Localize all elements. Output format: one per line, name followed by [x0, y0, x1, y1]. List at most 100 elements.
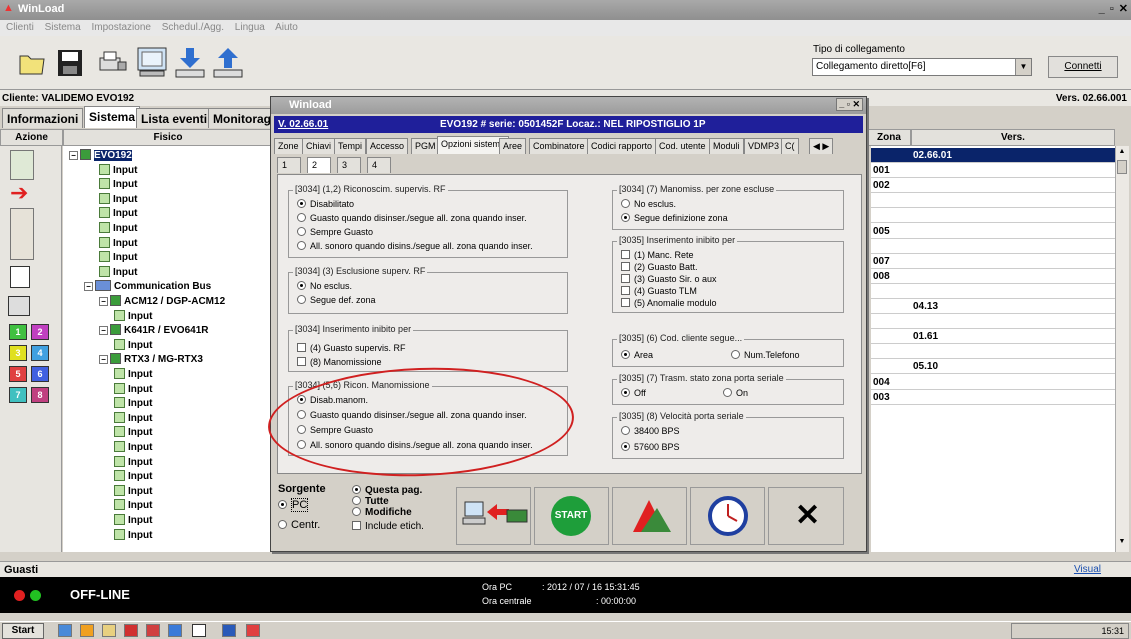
menu-schedul[interactable]: Schedul./Agg.	[162, 22, 224, 33]
clock-button[interactable]	[690, 487, 765, 545]
dialog-tab[interactable]: Accesso	[366, 138, 409, 154]
radio-38400[interactable]: 38400 BPS	[621, 426, 680, 436]
tree-node[interactable]: − RTX3 / MG-RTX3	[99, 352, 203, 367]
zone-cell[interactable]	[871, 208, 911, 224]
column-fisico[interactable]: Fisico	[63, 129, 273, 146]
app-icon[interactable]	[168, 624, 182, 637]
subtab[interactable]: 4	[367, 157, 391, 173]
tab-sistema[interactable]: Sistema	[84, 106, 141, 128]
expand-icon[interactable]: −	[84, 282, 93, 292]
tree-node[interactable]: Input	[114, 338, 152, 353]
tree-node[interactable]: Input	[114, 411, 152, 426]
zone-cell[interactable]	[871, 148, 911, 163]
version-cell[interactable]	[911, 390, 1115, 405]
dialog-tab[interactable]: Chiavi	[302, 138, 336, 154]
version-link[interactable]: V. 02.66.01	[278, 116, 328, 133]
partition-button[interactable]: 1	[9, 324, 27, 340]
tree-node[interactable]: Input	[114, 455, 152, 470]
radio-off[interactable]: Off	[621, 388, 646, 398]
radio-tutte[interactable]: Tutte	[352, 496, 452, 507]
partition-button[interactable]: 8	[31, 387, 49, 403]
media-icon[interactable]	[124, 624, 138, 637]
printer-icon[interactable]	[94, 44, 130, 80]
zone-cell[interactable]: 002	[871, 178, 911, 194]
tab-scroll-icon[interactable]: ◀ ▶	[809, 138, 834, 154]
tree-node[interactable]: Input	[114, 309, 152, 324]
zone-remove-icon[interactable]	[10, 208, 34, 260]
zone-cell[interactable]	[871, 193, 911, 209]
tree-node[interactable]: Input	[114, 513, 152, 528]
partition-button[interactable]: 7	[9, 387, 27, 403]
tree-node[interactable]: − EVO192	[69, 148, 132, 163]
dialog-window-controls[interactable]: _ ▫ ✕	[836, 98, 863, 111]
radio-guasto-disinser[interactable]: Guasto quando disinser./segue all. zona …	[297, 213, 527, 223]
printer-small-icon[interactable]	[8, 296, 30, 316]
radio-area[interactable]: Area	[621, 350, 653, 360]
version-cell[interactable]: 02.66.01	[911, 148, 1115, 163]
zone-cell[interactable]: 001	[871, 163, 911, 179]
menu-impostazione[interactable]: Impostazione	[91, 22, 150, 33]
dialog-tab[interactable]: Codici rapporto	[587, 138, 657, 154]
upload-icon[interactable]	[210, 44, 246, 80]
version-cell[interactable]	[911, 375, 1115, 390]
zone-cell[interactable]	[871, 284, 911, 299]
connection-type-select[interactable]: Collegamento diretto[F6] ▼	[812, 58, 1032, 76]
zone-add-icon[interactable]	[10, 150, 34, 180]
version-cell[interactable]: 04.13	[911, 299, 1115, 314]
window-controls[interactable]: _ ▫ ✕	[1099, 2, 1129, 15]
version-cell[interactable]: 01.61	[911, 329, 1115, 345]
partition-button[interactable]: 6	[31, 366, 49, 382]
column-zona[interactable]: Zona	[867, 129, 911, 146]
partition-button[interactable]: 4	[31, 345, 49, 361]
version-cell[interactable]	[911, 224, 1115, 239]
version-cell[interactable]: 05.10	[911, 359, 1115, 375]
expand-icon[interactable]: −	[69, 151, 78, 160]
tree-node[interactable]: Input	[99, 163, 137, 178]
save-icon[interactable]	[52, 44, 88, 80]
folder-icon[interactable]	[14, 44, 50, 80]
tree-node[interactable]: Input	[99, 177, 137, 192]
expand-icon[interactable]: −	[99, 297, 108, 306]
version-cell[interactable]	[911, 314, 1115, 330]
zone-cell[interactable]	[871, 344, 911, 360]
ie-icon[interactable]	[58, 624, 72, 637]
radio-sempre-guasto[interactable]: Sempre Guasto	[297, 227, 373, 237]
office-icon[interactable]	[80, 624, 94, 637]
checkbox-include-etich[interactable]: Include etich.	[352, 521, 452, 532]
chevron-down-icon[interactable]: ▼	[1015, 59, 1031, 75]
subtab[interactable]: 3	[337, 157, 361, 173]
expand-icon[interactable]: −	[99, 326, 108, 336]
radio-source-pc[interactable]: PC	[278, 498, 348, 512]
tree-node[interactable]: − K641R / EVO641R	[99, 323, 209, 338]
dialog-tab[interactable]: VDMP3	[744, 138, 784, 154]
version-cell[interactable]	[911, 239, 1115, 254]
column-azione[interactable]: Azione	[0, 129, 63, 146]
tree-node[interactable]: Input	[114, 367, 152, 382]
tree-node[interactable]: Input	[114, 382, 152, 397]
transfer-button[interactable]	[456, 487, 531, 545]
visual-link[interactable]: Visual	[1074, 564, 1101, 575]
version-cell[interactable]	[911, 284, 1115, 299]
word-icon[interactable]	[222, 624, 236, 637]
radio-no-esclus[interactable]: No esclus.	[621, 199, 676, 209]
menu-aiuto[interactable]: Aiuto	[275, 22, 298, 33]
checkbox-guasto-sir[interactable]: (3) Guasto Sir. o aux	[621, 274, 717, 284]
radio-segue-definizione[interactable]: Segue definizione zona	[621, 213, 728, 223]
tree-node[interactable]: Input	[114, 484, 152, 499]
menu-lingua[interactable]: Lingua	[235, 22, 265, 33]
dialog-tab[interactable]: Zone	[274, 138, 303, 154]
version-cell[interactable]	[911, 193, 1115, 209]
zone-cell[interactable]: 003	[871, 390, 911, 405]
tree-node[interactable]: Input	[114, 440, 152, 455]
version-cell[interactable]	[911, 163, 1115, 179]
tree-node[interactable]: Input	[99, 250, 137, 265]
menu-clienti[interactable]: Clienti	[6, 22, 34, 33]
version-cell[interactable]	[911, 269, 1115, 284]
version-cell[interactable]	[911, 208, 1115, 224]
scroll-thumb[interactable]	[1117, 160, 1127, 174]
explorer-icon[interactable]	[102, 624, 116, 637]
document-icon[interactable]	[10, 266, 30, 288]
radio-all-sonoro[interactable]: All. sonoro quando disins./segue all. zo…	[297, 241, 533, 251]
checkbox-manomissione[interactable]: (8) Manomissione	[297, 357, 382, 367]
checkbox-manc-rete[interactable]: (1) Manc. Rete	[621, 250, 694, 260]
